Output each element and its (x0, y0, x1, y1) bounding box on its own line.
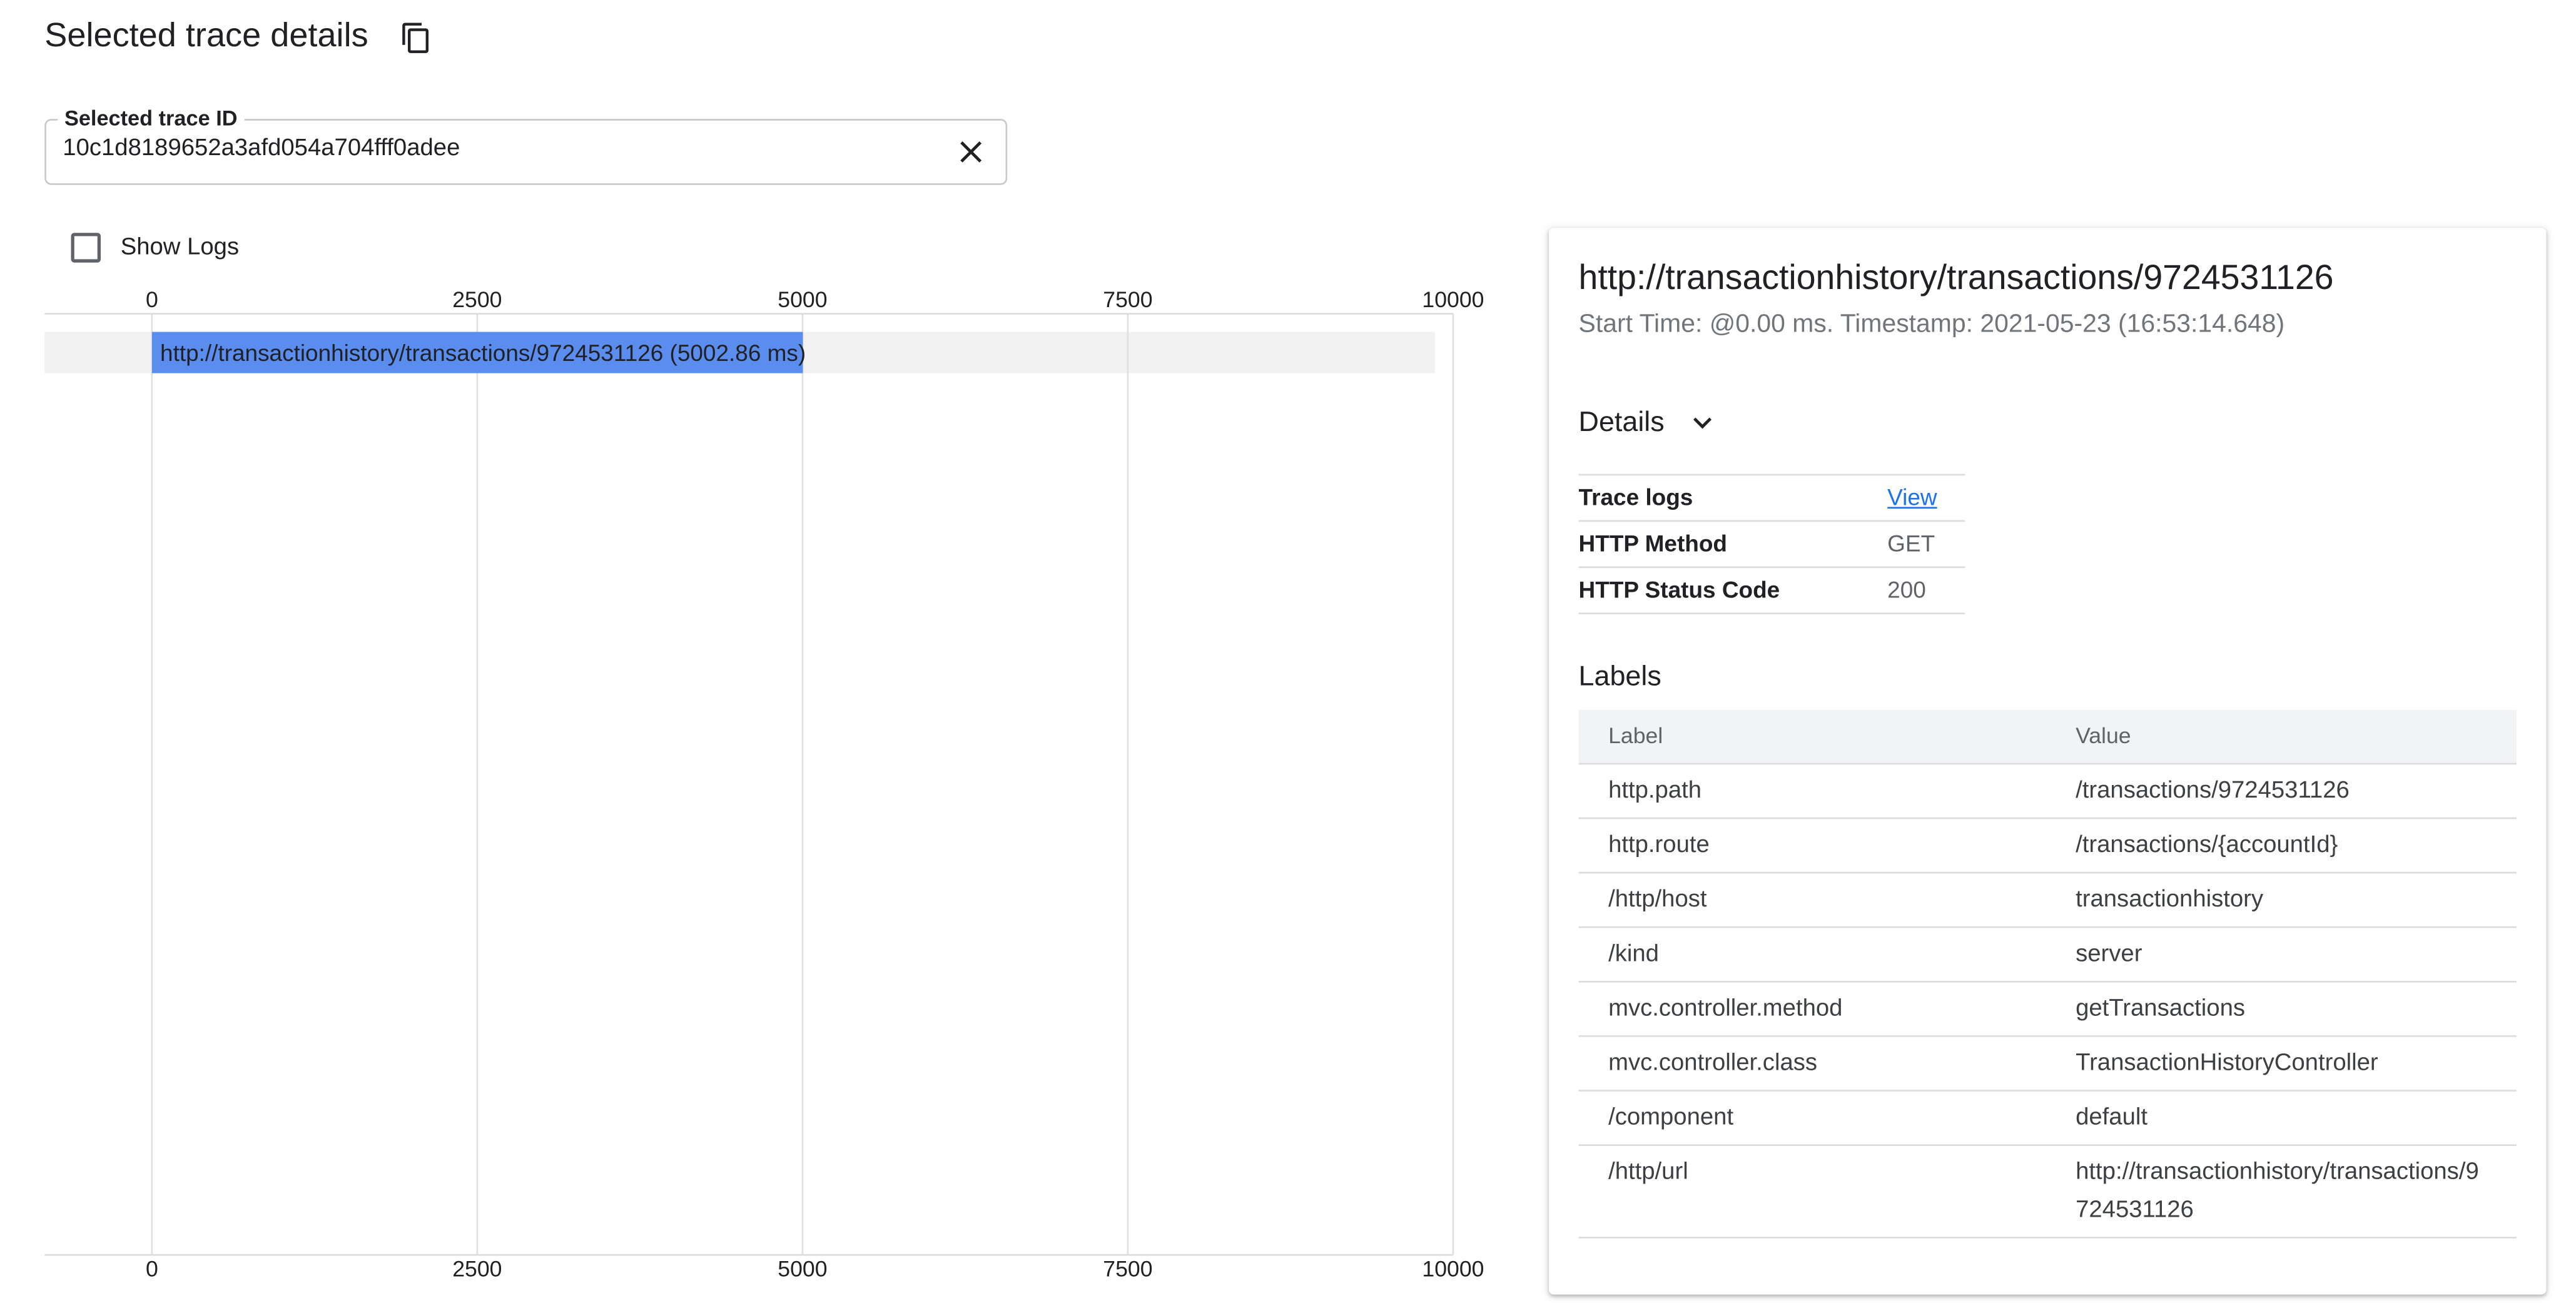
labels-heading: Labels (1578, 660, 1661, 692)
value-cell: TransactionHistoryController (2076, 1050, 2378, 1077)
show-logs-checkbox[interactable] (71, 233, 101, 263)
show-logs-toggle[interactable]: Show Logs (71, 233, 240, 263)
label-cell: /kind (1608, 941, 1659, 968)
close-icon[interactable] (953, 134, 989, 170)
detail-value: 200 (1887, 576, 1926, 603)
trace-details-page: Selected trace details Selected trace ID… (0, 0, 2576, 1303)
value-cell: /transactions/9724531126 (2076, 778, 2350, 804)
show-logs-label: Show Logs (120, 234, 240, 261)
detail-row-http-status: HTTP Status Code 200 (1578, 568, 1965, 614)
x-tick-label-top: 5000 (778, 287, 827, 312)
label-cell: /http/url (1608, 1159, 1688, 1186)
table-row: http.path /transactions/9724531126 (1578, 764, 2517, 819)
label-cell: mvc.controller.class (1608, 1050, 1818, 1077)
label-cell: http.path (1608, 778, 1702, 804)
trace-id-field[interactable]: Selected trace ID (44, 105, 1008, 185)
x-tick-label-bottom: 5000 (778, 1256, 827, 1281)
page-title: Selected trace details (44, 16, 368, 55)
x-tick-label-bottom: 10000 (1422, 1256, 1484, 1281)
span-subtitle: Start Time: @0.00 ms. Timestamp: 2021-05… (1578, 310, 2285, 339)
value-cell: default (2076, 1104, 2148, 1132)
view-logs-link[interactable]: View (1887, 484, 1937, 510)
label-cell: mvc.controller.method (1608, 995, 1843, 1022)
x-tick-label-bottom: 0 (146, 1256, 158, 1281)
table-row: mvc.controller.method getTransactions (1578, 983, 2517, 1037)
value-cell: /transactions/{accountId} (2076, 832, 2338, 859)
table-row: /kind server (1578, 928, 2517, 983)
copy-icon[interactable] (400, 21, 433, 54)
chevron-down-icon[interactable] (1684, 405, 1720, 441)
x-tick-label-top: 2500 (452, 287, 502, 312)
detail-row-trace-logs: Trace logs View (1578, 475, 1965, 522)
label-cell: /http/host (1608, 886, 1707, 913)
details-table: Trace logs View HTTP Method GET HTTP Sta… (1578, 474, 1965, 614)
labels-table-header: Label Value (1578, 710, 2517, 765)
table-row: /component default (1578, 1092, 2517, 1146)
detail-key: Trace logs (1578, 484, 1693, 510)
x-tick-label-top: 0 (146, 287, 158, 312)
column-header-value: Value (2076, 723, 2131, 748)
value-cell: transactionhistory (2076, 886, 2264, 913)
table-row: mvc.controller.class TransactionHistoryC… (1578, 1037, 2517, 1092)
detail-key: HTTP Method (1578, 530, 1728, 557)
trace-timeline-chart: 0 0 2500 2500 5000 5000 7500 7500 10000 10000 http… (44, 287, 1484, 1281)
labels-table: Label Value http.path /transactions/9724… (1578, 710, 2517, 1239)
column-header-label: Label (1608, 723, 1663, 748)
trace-id-input[interactable] (63, 135, 921, 162)
detail-key: HTTP Status Code (1578, 576, 1780, 603)
x-tick-label-bottom: 2500 (452, 1256, 502, 1281)
value-cell: server (2076, 941, 2142, 968)
table-row: /http/url http://transactionhistory/tran… (1578, 1146, 2517, 1239)
x-tick-label-bottom: 7500 (1103, 1256, 1152, 1281)
value-cell: getTransactions (2076, 995, 2246, 1022)
span-bar-label: http://transactionhistory/transactions/9… (160, 340, 806, 366)
label-cell: http.route (1608, 832, 1710, 859)
label-cell: /component (1608, 1104, 1734, 1132)
table-row: /http/host transactionhistory (1578, 873, 2517, 928)
value-cell: http://transactionhistory/transactions/9… (2076, 1159, 2479, 1223)
x-tick-label-top: 10000 (1422, 287, 1484, 312)
details-label: Details (1578, 406, 1665, 438)
span-details-panel: http://transactionhistory/transactions/9… (1549, 228, 2547, 1295)
table-row: http.route /transactions/{accountId} (1578, 819, 2517, 874)
trace-id-label: Selected trace ID (58, 105, 245, 133)
span-title: http://transactionhistory/transactions/9… (1578, 259, 2334, 298)
details-toggle[interactable]: Details (1579, 405, 1721, 441)
detail-value: GET (1887, 530, 1935, 557)
detail-row-http-method: HTTP Method GET (1578, 522, 1965, 569)
x-tick-label-top: 7500 (1103, 287, 1152, 312)
